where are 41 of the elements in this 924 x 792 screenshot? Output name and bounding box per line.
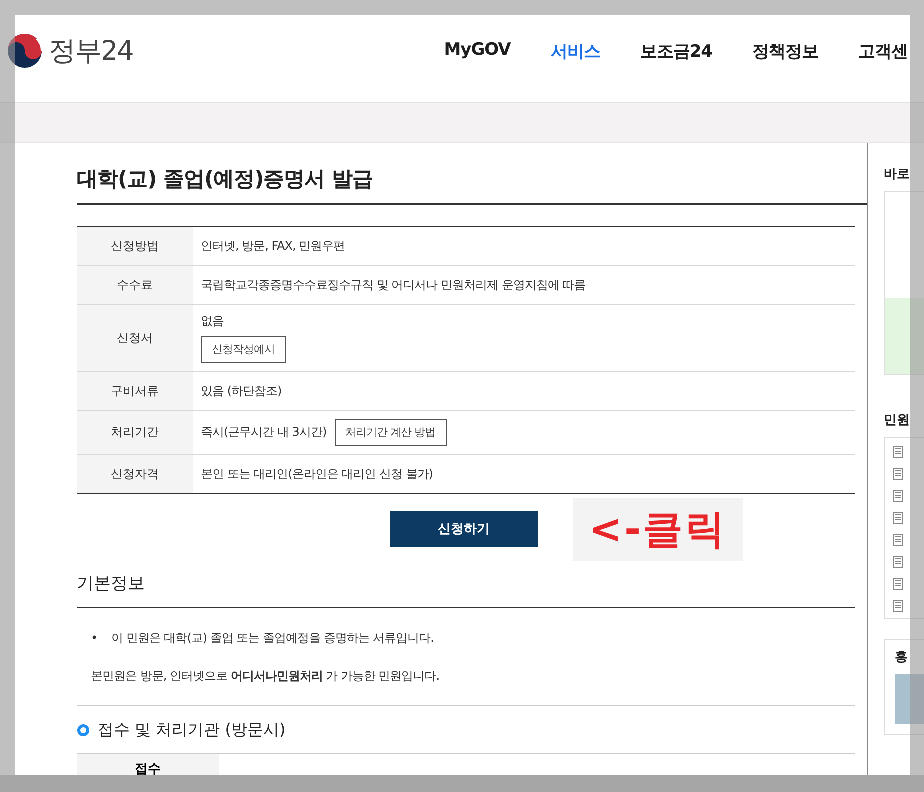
nav-link[interactable]: 정책정보 <box>752 40 818 62</box>
row-label: 처리기간 <box>77 411 193 454</box>
page-title: 대학(교) 졸업(예정)증명서 발급 <box>77 143 867 205</box>
row-label: 접수 <box>77 754 219 775</box>
nav-link[interactable]: MyGOV <box>444 40 511 62</box>
document-icon <box>893 578 903 590</box>
section-heading: 기본정보 <box>77 564 855 608</box>
document-icon <box>893 490 903 502</box>
bullet-marker: • <box>91 630 98 646</box>
nav-link[interactable]: 보조금24 <box>640 40 712 62</box>
sidebar-heading: 민원 <box>884 412 911 429</box>
row-value: 본인 또는 대리인(온라인은 대리인 신청 불가) <box>201 466 433 482</box>
row-label: 신청방법 <box>77 227 193 265</box>
document-icon <box>893 446 903 458</box>
row-value: 있음 (하단참조) <box>201 382 282 400</box>
row-label: 수수료 <box>77 266 193 304</box>
document-icon <box>893 534 903 546</box>
document-icon <box>893 512 903 524</box>
document-icon <box>893 468 903 480</box>
apply-button[interactable]: 신청하기 <box>390 511 538 547</box>
document-icon <box>893 600 903 612</box>
row-value: 국립학교각종증명수수료징수규칙 및 어디서나 민원처리제 운영지침에 따름 <box>201 276 586 294</box>
row-label: 신청자격 <box>77 455 193 493</box>
note-text: 본민원은 방문, 인터넷으로 어디서나민원처리 가 가능한 민원입니다. <box>91 668 441 685</box>
logo-text[interactable]: 정부24 <box>49 33 134 69</box>
bullet-text: 이 민원은 대학(교) 졸업 또는 졸업예정을 증명하는 서류입니다. <box>112 630 434 646</box>
nav-link[interactable]: 고객센 <box>858 40 908 62</box>
row-label: 구비서류 <box>77 372 193 410</box>
row-value: 즉시(근무시간 내 3시간) <box>201 424 327 441</box>
click-annotation: <-클릭 <box>573 498 744 560</box>
circle-bullet-icon <box>77 724 90 737</box>
row-value: 인터넷, 방문, FAX, 민원우편 <box>201 238 346 254</box>
sidebar-heading: 홍 <box>895 649 909 666</box>
row-label: 신청서 <box>77 305 193 371</box>
nav-link[interactable]: 서비스 <box>550 40 600 62</box>
info-button[interactable]: 처리기간 계산 방법 <box>334 419 447 446</box>
document-icon <box>893 556 903 568</box>
info-button[interactable]: 신청작성예시 <box>201 336 286 363</box>
subsection-heading: 접수 및 처리기관 (방문시) <box>98 720 286 741</box>
row-value: 없음 <box>201 313 224 330</box>
sidebar-heading: 바로 <box>884 166 911 183</box>
